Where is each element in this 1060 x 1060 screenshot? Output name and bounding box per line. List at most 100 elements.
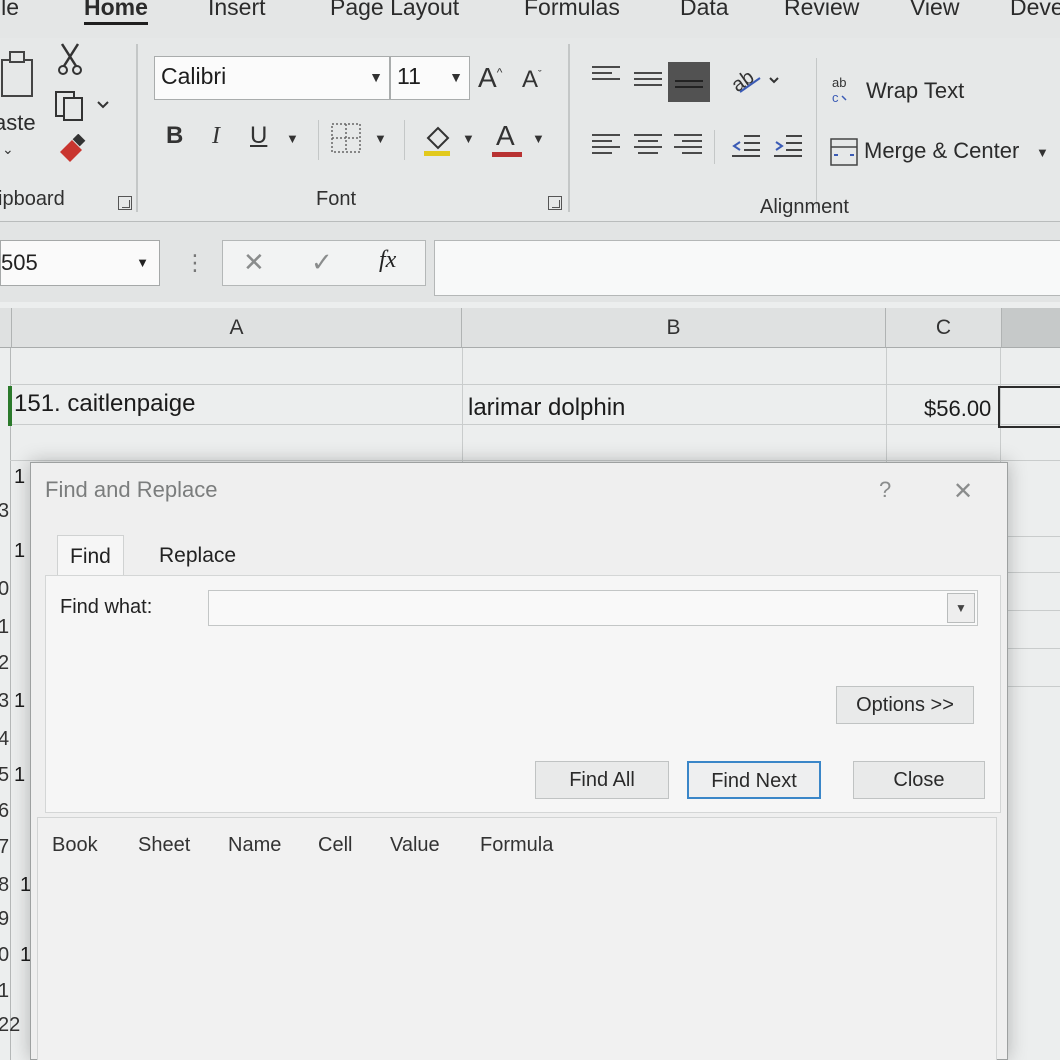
- active-cell[interactable]: [998, 386, 1060, 428]
- tab-review[interactable]: Review: [784, 0, 859, 21]
- align-right-button[interactable]: [674, 134, 702, 156]
- tab-home[interactable]: Home: [84, 0, 148, 25]
- italic-button[interactable]: I: [212, 124, 220, 148]
- row-number: 6: [0, 800, 10, 822]
- name-box-value: 505: [1, 250, 38, 275]
- copy-button[interactable]: [54, 90, 114, 122]
- merge-center-button[interactable]: Merge & Center ▼: [830, 136, 1060, 170]
- tab-page-layout[interactable]: Page Layout: [330, 0, 459, 21]
- decrease-indent-icon: [732, 135, 760, 157]
- fill-color-button[interactable]: [420, 122, 456, 158]
- toolbar-divider: [318, 120, 319, 160]
- copy-icon: [55, 91, 109, 121]
- confirm-entry-icon[interactable]: ✓: [311, 247, 333, 278]
- row-number: 7: [0, 836, 10, 858]
- tab-find[interactable]: Find: [57, 535, 124, 577]
- column-header-d[interactable]: [1002, 308, 1060, 348]
- chevron-down-icon[interactable]: ▼: [462, 132, 475, 145]
- cut-button[interactable]: [56, 42, 84, 76]
- paste-icon: [1, 51, 33, 97]
- paste-button[interactable]: [0, 48, 40, 100]
- gridline: [462, 348, 463, 468]
- tab-replace[interactable]: Replace: [147, 535, 248, 577]
- results-column-sheet[interactable]: Sheet: [138, 834, 190, 857]
- find-next-button[interactable]: Find Next: [687, 761, 821, 799]
- gridline: [10, 424, 1060, 425]
- orientation-button[interactable]: ab: [727, 64, 782, 100]
- grow-font-button[interactable]: A^: [478, 64, 502, 92]
- chevron-down-icon[interactable]: ▼: [1036, 146, 1049, 159]
- toolbar-divider: [816, 58, 817, 208]
- row-number: 1: [0, 616, 10, 638]
- align-left-button[interactable]: [592, 134, 620, 156]
- underline-button[interactable]: U: [250, 124, 267, 148]
- tab-view[interactable]: View: [910, 0, 959, 21]
- row-selection-marker: [8, 386, 12, 426]
- svg-text:c: c: [832, 90, 839, 105]
- tab-formulas[interactable]: Formulas: [524, 0, 620, 21]
- format-painter-button[interactable]: [56, 133, 88, 166]
- help-button[interactable]: ?: [879, 477, 891, 503]
- column-header-c[interactable]: C: [886, 308, 1002, 348]
- decrease-indent-button[interactable]: [730, 134, 762, 158]
- results-column-name[interactable]: Name: [228, 834, 281, 857]
- select-all-corner[interactable]: [0, 308, 12, 348]
- font-size-combo[interactable]: 11 ▼: [390, 56, 470, 100]
- bottom-align-button[interactable]: [668, 62, 710, 102]
- tab-file[interactable]: ile: [0, 0, 19, 21]
- column-header-b[interactable]: B: [462, 308, 886, 348]
- name-box[interactable]: 505 ▼: [0, 240, 160, 286]
- top-align-button[interactable]: [592, 66, 620, 88]
- tab-data[interactable]: Data: [680, 0, 729, 21]
- find-all-button[interactable]: Find All: [535, 761, 669, 799]
- close-icon[interactable]: ✕: [953, 477, 973, 506]
- results-column-cell[interactable]: Cell: [318, 834, 352, 857]
- results-column-value[interactable]: Value: [390, 834, 440, 857]
- chevron-down-icon[interactable]: ▼: [947, 593, 975, 623]
- bottom-align-icon: [675, 80, 703, 102]
- results-list[interactable]: Book Sheet Name Cell Value Formula: [37, 817, 997, 1060]
- cell-partial: 1: [14, 690, 26, 712]
- font-color-button[interactable]: A: [492, 122, 524, 158]
- font-dialog-launcher-icon[interactable]: [548, 196, 562, 210]
- formula-input[interactable]: [434, 240, 1060, 296]
- borders-icon: [331, 123, 361, 153]
- results-column-formula[interactable]: Formula: [480, 834, 553, 857]
- gridline: [1008, 610, 1060, 611]
- font-size-value: 11: [397, 63, 421, 89]
- find-what-input[interactable]: ▼: [208, 590, 978, 626]
- row-number: 1: [0, 980, 10, 1002]
- font-name-combo[interactable]: Calibri ▼: [154, 56, 390, 100]
- chevron-down-icon[interactable]: ▼: [532, 132, 545, 145]
- scissors-icon: [58, 43, 82, 75]
- chevron-down-icon[interactable]: ▼: [374, 132, 387, 145]
- ribbon: aste ⌄ ipboard Calibri ▼ 11 ▼ A^ Aˇ B I …: [0, 38, 1060, 222]
- cell-a[interactable]: 151. caitlenpaige: [14, 390, 195, 418]
- clipboard-dialog-launcher-icon[interactable]: [118, 196, 132, 210]
- row-number: 4: [0, 728, 10, 750]
- insert-function-icon[interactable]: fx: [379, 247, 396, 274]
- options-button[interactable]: Options >>: [836, 686, 974, 724]
- middle-align-button[interactable]: [634, 72, 662, 94]
- cell-c[interactable]: $56.00: [924, 396, 991, 422]
- shrink-font-button[interactable]: Aˇ: [522, 68, 542, 92]
- increase-indent-button[interactable]: [772, 134, 804, 158]
- toolbar-divider: [714, 130, 715, 164]
- borders-button[interactable]: [330, 122, 364, 156]
- align-center-button[interactable]: [634, 134, 662, 156]
- tab-developer[interactable]: Deve: [1010, 0, 1060, 21]
- tab-insert[interactable]: Insert: [208, 0, 266, 21]
- clipboard-group-label: ipboard: [0, 188, 65, 210]
- paste-dropdown-icon[interactable]: ⌄: [2, 142, 14, 156]
- close-button[interactable]: Close: [853, 761, 985, 799]
- wrap-text-button[interactable]: ab c Wrap Text: [832, 74, 982, 108]
- cell-b[interactable]: larimar dolphin: [468, 394, 625, 422]
- cancel-entry-icon[interactable]: ✕: [243, 247, 265, 278]
- bold-button[interactable]: B: [166, 124, 183, 148]
- row-number: 0: [0, 578, 10, 600]
- results-column-book[interactable]: Book: [52, 834, 98, 857]
- formula-bar-grip-icon[interactable]: ⋮: [184, 250, 206, 276]
- chevron-down-icon[interactable]: ▼: [286, 132, 299, 145]
- column-header-a[interactable]: A: [12, 308, 462, 348]
- row-number: 0: [0, 944, 10, 966]
